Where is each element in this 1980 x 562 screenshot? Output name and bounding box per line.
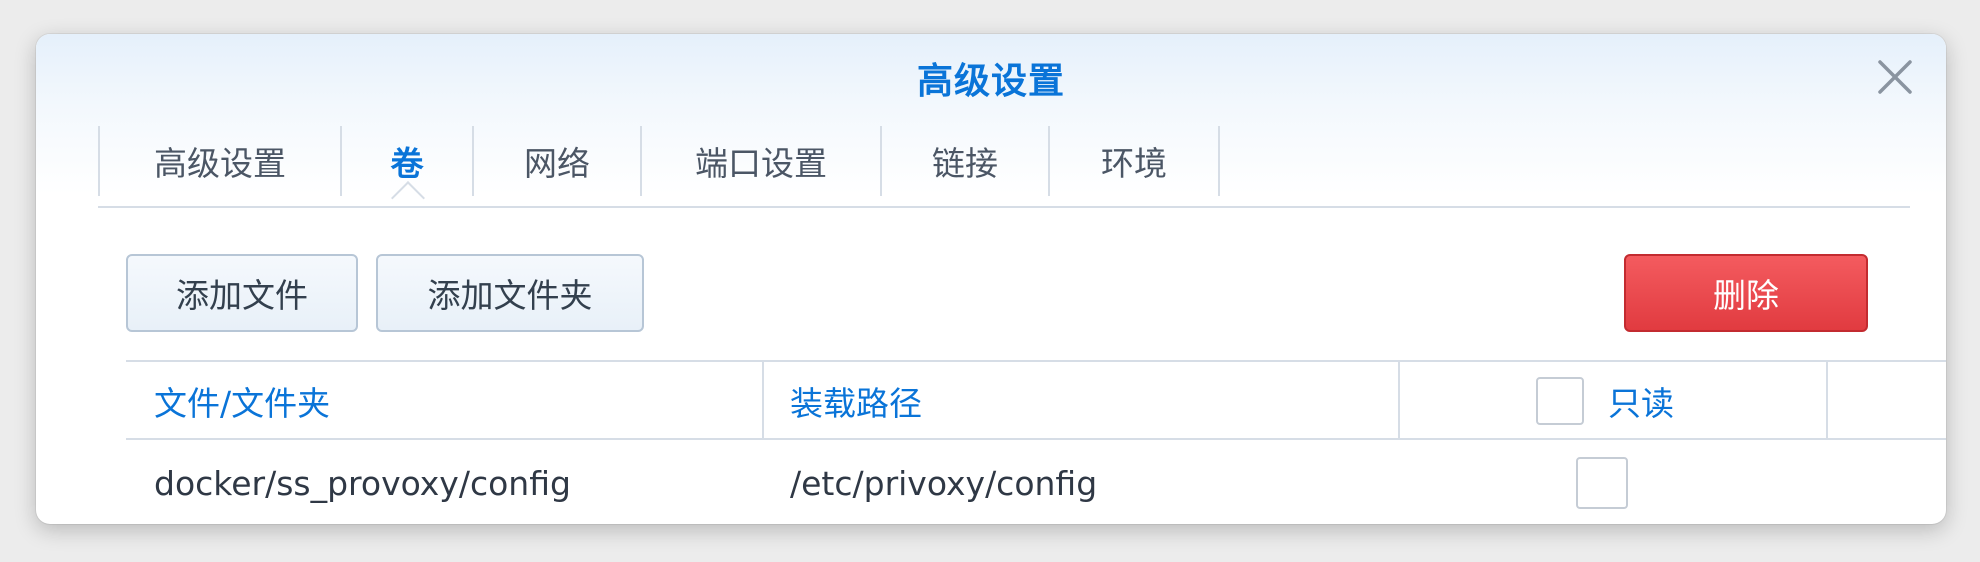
- tab-links[interactable]: 链接: [882, 126, 1050, 196]
- tab-label: 链接: [932, 144, 998, 183]
- column-divider: [762, 362, 764, 440]
- tab-label: 高级设置: [154, 144, 286, 183]
- volume-table: 文件/文件夹 装载路径 只读 docker/ss_provoxy/config …: [126, 360, 1946, 524]
- tab-environment[interactable]: 环境: [1050, 126, 1220, 196]
- column-header-file-folder[interactable]: 文件/文件夹: [154, 362, 330, 440]
- cell-mount-path: /etc/privoxy/config: [790, 463, 1098, 503]
- close-icon: [1878, 60, 1912, 94]
- tab-label: 环境: [1101, 144, 1167, 183]
- tab-network[interactable]: 网络: [474, 126, 642, 196]
- add-file-label: 添加文件: [176, 276, 308, 315]
- active-tab-indicator: [391, 181, 425, 215]
- close-button[interactable]: [1870, 52, 1920, 102]
- tab-bar: 高级设置 卷 网络 端口设置 链接 环境: [98, 126, 1220, 215]
- add-folder-button[interactable]: 添加文件夹: [376, 254, 644, 332]
- tab-port-settings[interactable]: 端口设置: [642, 126, 882, 196]
- readonly-checkbox[interactable]: [1576, 457, 1628, 509]
- readonly-label: 只读: [1608, 384, 1674, 423]
- column-header-mount-path[interactable]: 装载路径: [790, 362, 922, 440]
- tab-advanced-settings[interactable]: 高级设置: [100, 126, 342, 196]
- column-divider: [1398, 362, 1400, 440]
- table-row[interactable]: docker/ss_provoxy/config /etc/privoxy/co…: [126, 440, 1946, 524]
- tab-divider: [98, 206, 1910, 208]
- tab-label: 卷: [390, 144, 424, 183]
- tab-label: 端口设置: [695, 144, 827, 183]
- select-all-readonly-checkbox[interactable]: [1536, 377, 1584, 425]
- delete-button[interactable]: 删除: [1624, 254, 1868, 332]
- cell-readonly: [1576, 440, 1628, 524]
- dialog-title: 高级设置: [916, 61, 1065, 102]
- add-file-button[interactable]: 添加文件: [126, 254, 358, 332]
- advanced-settings-dialog: 高级设置 高级设置 卷 网络 端口设置 链接 环境 添加文件 添加文件夹 删除 …: [36, 34, 1946, 524]
- cell-file-folder: docker/ss_provoxy/config: [154, 463, 571, 503]
- column-divider: [1826, 362, 1828, 440]
- column-header-readonly: 只读: [1536, 362, 1674, 440]
- tab-label: 网络: [524, 144, 590, 183]
- delete-label: 删除: [1713, 276, 1779, 315]
- tab-volume[interactable]: 卷: [342, 126, 474, 215]
- table-header: 文件/文件夹 装载路径 只读: [126, 360, 1946, 440]
- add-folder-label: 添加文件夹: [427, 276, 593, 315]
